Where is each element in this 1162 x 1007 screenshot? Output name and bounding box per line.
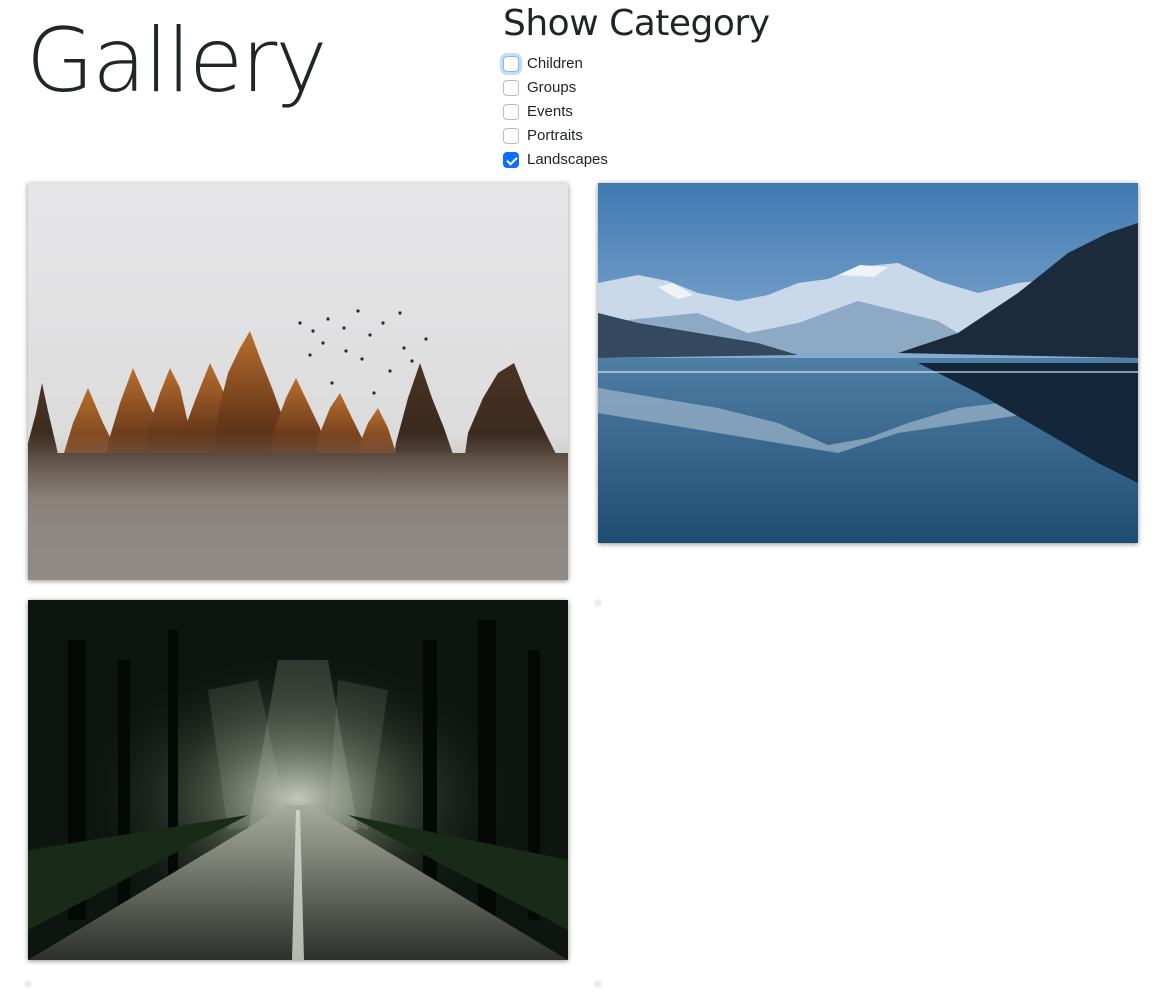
placeholder-dot — [594, 980, 602, 988]
portraits-checkbox[interactable] — [503, 128, 519, 144]
placeholder-dot — [594, 599, 602, 607]
groups-label[interactable]: Groups — [527, 76, 576, 100]
placeholder-dot — [24, 980, 32, 988]
gallery-photo-road[interactable] — [28, 600, 568, 960]
groups-checkbox[interactable] — [503, 80, 519, 96]
category-option-events[interactable]: Events — [503, 100, 833, 124]
road-photo-image — [28, 600, 568, 960]
children-label[interactable]: Children — [527, 52, 583, 76]
landscapes-label[interactable]: Landscapes — [527, 148, 608, 172]
events-checkbox[interactable] — [503, 104, 519, 120]
category-checkbox-list: Children Groups Events Portraits Landsca… — [503, 52, 833, 172]
category-option-portraits[interactable]: Portraits — [503, 124, 833, 148]
landscapes-checkbox[interactable] — [503, 152, 519, 168]
category-filter-panel: Show Category Children Groups Events Por… — [503, 2, 833, 172]
events-label[interactable]: Events — [527, 100, 573, 124]
category-heading: Show Category — [503, 3, 770, 44]
gallery-photo-lake[interactable] — [598, 183, 1138, 543]
gallery-page: Gallery Show Category Children Groups Ev… — [0, 0, 1162, 1007]
gallery-photo-forest[interactable] — [28, 183, 568, 580]
page-title: Gallery — [26, 9, 327, 112]
children-checkbox[interactable] — [503, 56, 519, 72]
lake-photo-image — [598, 183, 1138, 543]
category-option-children[interactable]: Children — [503, 52, 833, 76]
category-option-landscapes[interactable]: Landscapes — [503, 148, 833, 172]
portraits-label[interactable]: Portraits — [527, 124, 583, 148]
forest-photo-image — [28, 183, 568, 580]
category-option-groups[interactable]: Groups — [503, 76, 833, 100]
